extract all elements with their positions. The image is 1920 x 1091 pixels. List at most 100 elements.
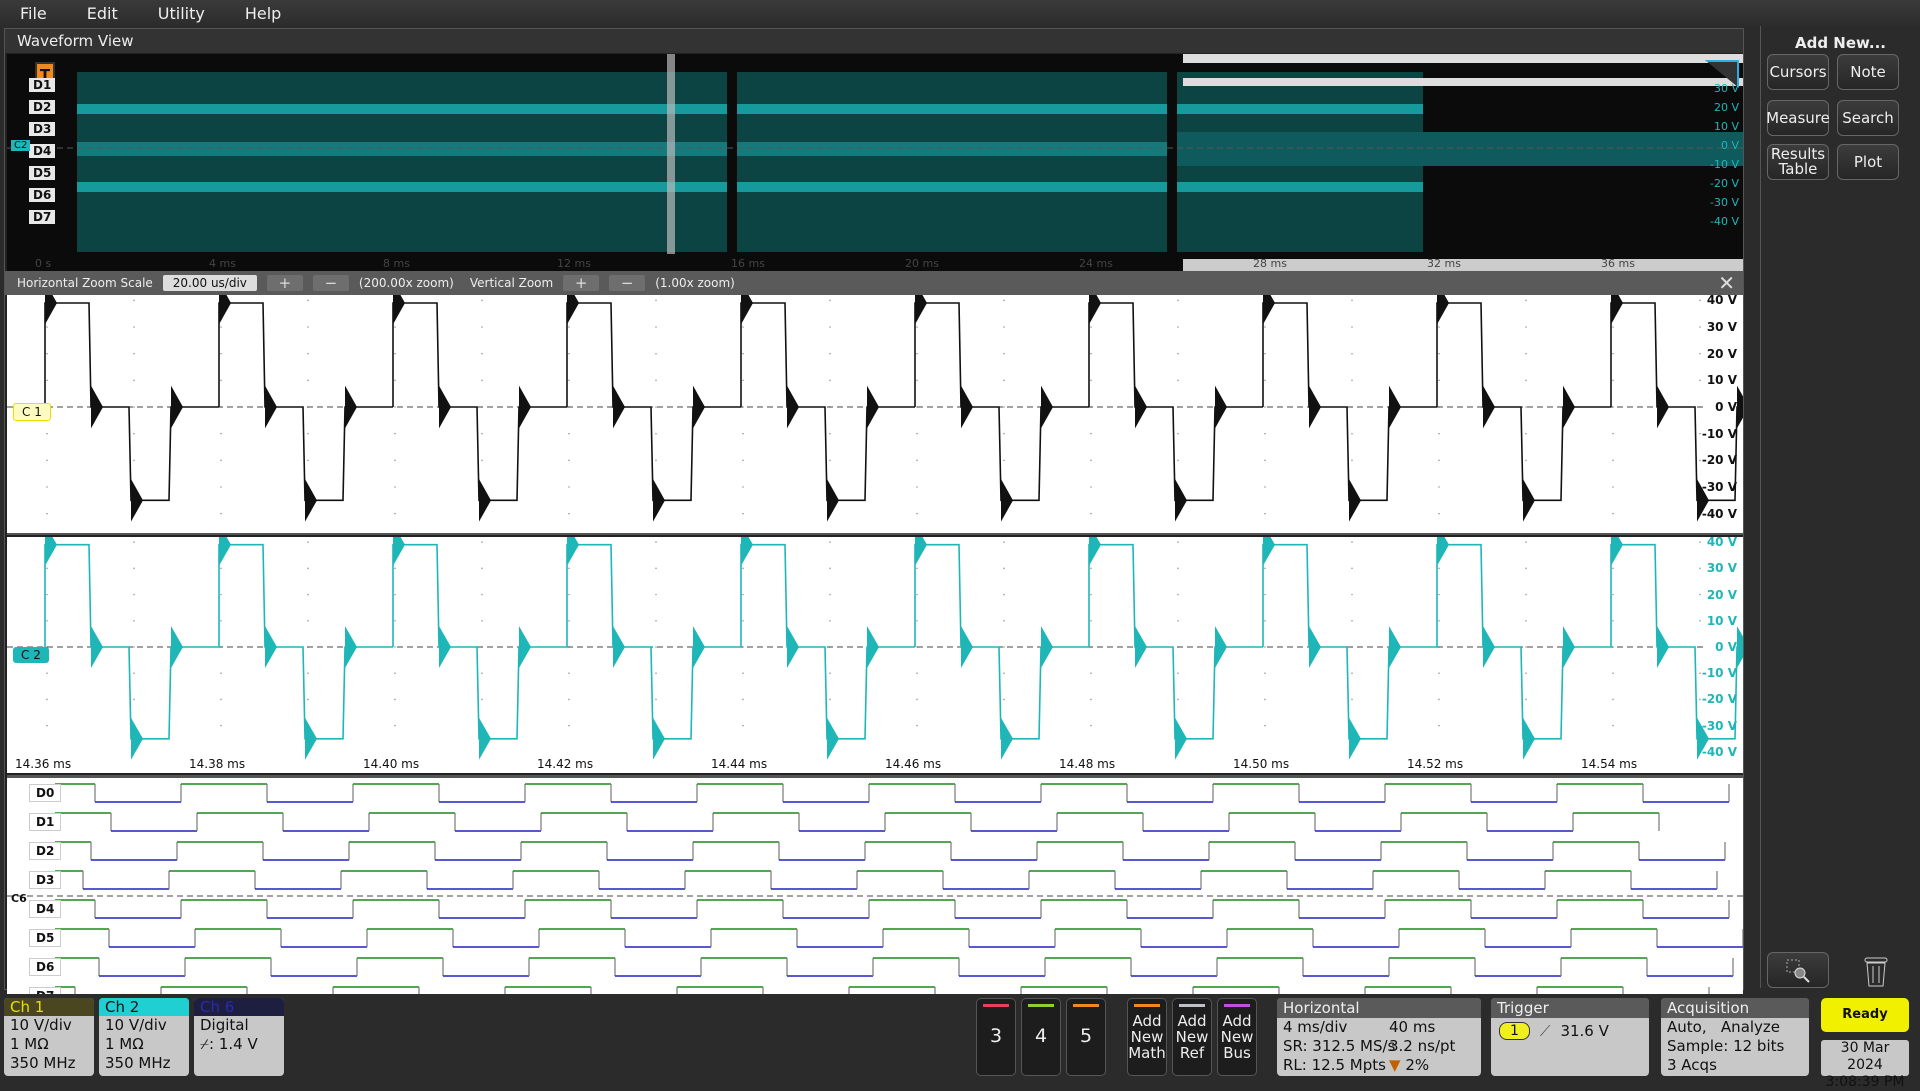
plot1-volt-label: 0 V (1715, 400, 1737, 414)
close-zoom-button[interactable]: ✕ (1718, 271, 1735, 295)
search-button[interactable]: Search (1837, 100, 1899, 136)
acquisition-analyze: Analyze (1720, 1018, 1781, 1036)
note-button[interactable]: Note (1837, 54, 1899, 90)
zoom-position-handle[interactable] (667, 54, 675, 254)
horizontal-zoom-in-button[interactable]: + (266, 275, 303, 291)
ringing (1483, 626, 1495, 668)
ringing (741, 523, 753, 566)
overview-time-label: 4 ms (209, 257, 236, 270)
waveform-cycle (1262, 302, 1437, 502)
horizontal-zoom-out-button[interactable]: − (312, 275, 349, 291)
ringing (613, 385, 625, 429)
menu-help[interactable]: Help (225, 4, 301, 23)
channel1-marker[interactable]: C 1 (13, 403, 51, 421)
digital-waveforms (7, 783, 1744, 1006)
cursors-button[interactable]: Cursors (1767, 54, 1829, 90)
channel2-waveform (7, 523, 1785, 760)
results-table-button[interactable]: Results Table (1767, 144, 1829, 180)
add-new-math-button[interactable]: Add New Math (1127, 998, 1167, 1076)
waveform-cycle (566, 543, 741, 740)
ringing (867, 385, 879, 429)
overview-time-label: 16 ms (731, 257, 765, 270)
channel1-waveform (7, 281, 1785, 522)
ringing (1309, 385, 1321, 429)
ringing (653, 479, 665, 522)
time: 3:08:39 PM (1825, 1074, 1905, 1090)
ringing (741, 281, 753, 325)
digital-label-d5[interactable]: D5 (29, 929, 62, 947)
plot-button[interactable]: Plot (1837, 144, 1899, 180)
channel4-slot[interactable]: 4 (1021, 998, 1061, 1076)
ringing (1349, 717, 1361, 760)
vertical-zoom-factor: (1.00x zoom) (655, 276, 735, 290)
plot2-volt-label: -20 V (1701, 692, 1737, 707)
digital-plot[interactable]: C6 D0D1D2D3D4D5D6D7 (7, 775, 1744, 1019)
channel2-plot[interactable]: C 2 40 V 30 V 20 V 10 V 0 V -10 V -20 V -30 V -4… (7, 523, 1785, 773)
waveform-cycle (566, 302, 741, 502)
plot1-volt-label: -30 V (1701, 480, 1737, 494)
zoom-region-button[interactable] (1767, 952, 1829, 988)
ringing (265, 385, 277, 429)
time-axis-label: 14.54 ms (1581, 757, 1638, 771)
overview-volt-label: -10 V (1710, 158, 1739, 171)
add-new-bus-button[interactable]: Add New Bus (1217, 998, 1257, 1076)
c2-overview-marker[interactable]: C2 (11, 140, 31, 151)
menu-edit[interactable]: Edit (67, 4, 138, 23)
channel5-slot[interactable]: 5 (1066, 998, 1106, 1076)
measure-button[interactable]: Measure (1766, 100, 1830, 136)
overview-burst (737, 72, 1167, 252)
ringing (1657, 385, 1669, 429)
ringing (961, 626, 973, 668)
waveform-cycle (218, 302, 393, 502)
trigger-badge[interactable]: Trigger 1 ⟋ 31.6 V (1491, 998, 1649, 1076)
digital-label-d3[interactable]: D3 (29, 871, 62, 889)
overview-time-label: 28 ms (1253, 257, 1287, 270)
waveform-cycle (740, 543, 915, 740)
channel2-badge[interactable]: Ch 2 10 V/div 1 MΩ 350 MHz (99, 998, 189, 1076)
digital-label-d6[interactable]: D6 (29, 958, 62, 976)
horizontal-length: 40 ms (1389, 1018, 1436, 1036)
overview-plot[interactable]: T D1 D2 D3 D4 D5 D6 D7 C2 30 V 20 V 10 V0 V -10 V… (7, 54, 1743, 271)
ringing (827, 479, 839, 522)
plot2-volt-label: 20 V (1706, 587, 1737, 602)
digital-label-d0[interactable]: D0 (29, 784, 62, 802)
channel2-marker[interactable]: C 2 (13, 647, 49, 663)
overview-digital-label-d3: D3 (29, 122, 56, 136)
horizontal-zoom-scale-field[interactable]: 20.00 us/div (162, 275, 257, 291)
plot2-volt-label: 10 V (1706, 613, 1737, 628)
plot1-volt-label: 10 V (1706, 373, 1737, 388)
channel1-plot[interactable]: C 1 40 V 30 V 20 V 10 V 0 V -10 V -20 V -30 V -4… (7, 281, 1785, 535)
plot2-volt-label: -30 V (1701, 718, 1737, 733)
menu-file[interactable]: File (0, 4, 67, 23)
trash-icon[interactable] (1861, 954, 1891, 992)
ready-status-button[interactable]: Ready (1821, 998, 1909, 1032)
digital-label-d4[interactable]: D4 (29, 900, 62, 918)
acquisition-sample: Sample: 12 bits (1667, 1037, 1785, 1055)
plot1-volt-label: 40 V (1706, 293, 1737, 308)
ringing (1215, 626, 1227, 668)
vertical-zoom-in-button[interactable]: + (563, 275, 600, 291)
acquisition-badge[interactable]: Acquisition Auto, Analyze Sample: 12 bit… (1661, 998, 1809, 1076)
menu-utility[interactable]: Utility (138, 4, 225, 23)
digital-label-d1[interactable]: D1 (29, 813, 62, 831)
digital-label-d2[interactable]: D2 (29, 842, 62, 860)
horizontal-zoom-factor: (200.00x zoom) (358, 276, 454, 290)
overview-digital-label-d7: D7 (29, 210, 56, 224)
add-new-ref-button[interactable]: Add New Ref (1172, 998, 1212, 1076)
overview-volt-label: -30 V (1710, 196, 1739, 209)
ringing (1611, 523, 1623, 566)
vertical-zoom-out-button[interactable]: − (609, 275, 646, 291)
channel3-slot[interactable]: 3 (976, 998, 1016, 1076)
plot1-volt-label: -10 V (1701, 426, 1737, 441)
record-length: RL: 12.5 Mpts (1283, 1056, 1386, 1074)
waveform-cycle (740, 302, 915, 502)
ringing (91, 626, 103, 668)
plot2-volt-label: 40 V (1706, 535, 1737, 550)
trigger-position-icon: ▼ (1389, 1056, 1401, 1074)
horizontal-badge[interactable]: Horizontal 4 ms/div SR: 312.5 MS/s RL: 1… (1277, 998, 1481, 1076)
overview-time-label: 8 ms (383, 257, 410, 270)
channel1-badge[interactable]: Ch 1 10 V/div 1 MΩ 350 MHz (4, 998, 94, 1076)
channel6-badge[interactable]: Ch 6 Digital ⌿: 1.4 V (194, 998, 284, 1076)
overview-time-label: 24 ms (1079, 257, 1113, 270)
date-time: 30 Mar 2024 3:08:39 PM (1821, 1040, 1909, 1090)
